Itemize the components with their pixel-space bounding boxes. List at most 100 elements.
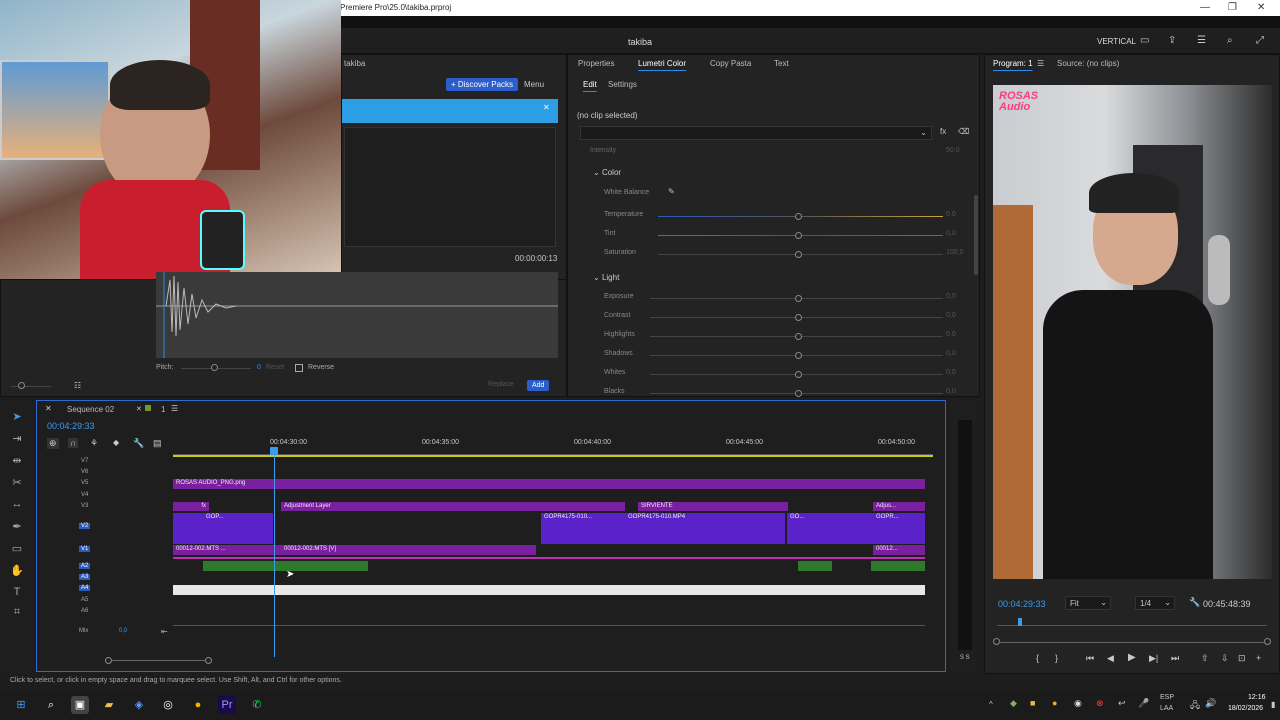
- scrollbar[interactable]: [974, 195, 978, 275]
- highlights-value[interactable]: 0,0: [946, 331, 956, 338]
- tint-value[interactable]: 0,0: [946, 230, 956, 237]
- rectangle-tool-icon[interactable]: ▭: [8, 542, 26, 560]
- tint-knob[interactable]: [795, 232, 802, 239]
- razor-tool-icon[interactable]: ✂: [8, 476, 26, 494]
- clip-go[interactable]: GO...: [787, 513, 873, 544]
- obs-icon[interactable]: ◎: [159, 696, 177, 714]
- clip-sirviente[interactable]: SIRVIENTE: [638, 502, 788, 511]
- tray-chrome-icon[interactable]: ●: [1052, 698, 1057, 708]
- mark-in-icon[interactable]: {: [1036, 653, 1039, 663]
- clip-mts-c[interactable]: 00012...: [873, 545, 925, 555]
- slip-tool-icon[interactable]: ↔: [8, 498, 26, 516]
- tab-edit[interactable]: Edit: [583, 80, 597, 89]
- tracks-area[interactable]: ROSAS AUDIO_PNG.png fx Adjustment Layer …: [173, 447, 933, 657]
- input-language[interactable]: ESP: [1160, 694, 1174, 701]
- quick-export-icon[interactable]: ▭: [1140, 35, 1149, 46]
- clock-time[interactable]: 12:16: [1248, 694, 1266, 701]
- search-icon[interactable]: ⌕: [1227, 35, 1233, 46]
- timeline-zoom-bar[interactable]: [107, 660, 211, 661]
- clip-adjus[interactable]: Adjus...: [873, 502, 925, 511]
- timeline-timecode[interactable]: 00:04:29:33: [47, 421, 95, 431]
- workspace-label[interactable]: VERTICAL: [1097, 37, 1136, 46]
- exposure-knob[interactable]: [795, 295, 802, 302]
- clip-gopr[interactable]: GOPR...: [873, 513, 925, 544]
- saturation-knob[interactable]: [795, 251, 802, 258]
- temperature-knob[interactable]: [795, 213, 802, 220]
- tab-copy-pasta[interactable]: Copy Pasta: [710, 59, 751, 68]
- windows-start-icon[interactable]: ⊞: [12, 696, 30, 714]
- exposure-value[interactable]: 0,0: [946, 293, 956, 300]
- highlights-knob[interactable]: [795, 333, 802, 340]
- zoom-handle-left[interactable]: [105, 657, 112, 664]
- menu-icon[interactable]: ☰: [1197, 35, 1206, 46]
- discover-packs-button[interactable]: + Discover Packs: [446, 78, 519, 91]
- task-view-icon[interactable]: ▣: [71, 696, 89, 714]
- playhead[interactable]: [274, 451, 275, 657]
- clip-dropdown[interactable]: ⌄: [580, 126, 932, 140]
- timeline-menu-icon[interactable]: ☰: [171, 404, 178, 413]
- program-timecode[interactable]: 00:04:29:33: [998, 599, 1046, 609]
- tab-program[interactable]: Program: 1: [993, 59, 1033, 68]
- track-a3[interactable]: A3: [79, 574, 91, 580]
- go-to-in-icon[interactable]: ⏮: [1086, 653, 1094, 664]
- zoom-slider[interactable]: [11, 386, 51, 387]
- fit-dropdown[interactable]: Fit ⌄: [1065, 596, 1111, 610]
- track-v4[interactable]: V4: [81, 492, 88, 498]
- program-menu-icon[interactable]: ☰: [1037, 59, 1044, 68]
- reverse-checkbox[interactable]: [295, 364, 303, 372]
- file-explorer-icon[interactable]: ▰: [100, 696, 118, 714]
- fx-icon[interactable]: fx: [940, 127, 946, 136]
- track-a2[interactable]: A2: [79, 563, 91, 569]
- clock-date[interactable]: 18/02/2026: [1228, 705, 1263, 712]
- add-button[interactable]: Add: [527, 380, 550, 391]
- zoom-handle-right[interactable]: [205, 657, 212, 664]
- track-v6[interactable]: V6: [81, 469, 88, 475]
- close-button[interactable]: ✕: [1257, 2, 1265, 13]
- clip-adjustment-layer[interactable]: Adjustment Layer: [281, 502, 625, 511]
- track-a5[interactable]: A5: [81, 597, 88, 603]
- color-section-toggle[interactable]: ⌄ Color: [593, 168, 621, 177]
- track-v1[interactable]: V1: [79, 546, 91, 552]
- tray-record-icon[interactable]: ⊗: [1096, 698, 1104, 709]
- pitch-knob[interactable]: [211, 364, 218, 371]
- mark-out-icon[interactable]: }: [1055, 653, 1058, 663]
- whites-value[interactable]: 0,0: [946, 369, 956, 376]
- clip-mts-v[interactable]: 00012-002.MTS [V]: [281, 545, 536, 555]
- monitor-zoom-right[interactable]: [1264, 638, 1271, 645]
- light-section-toggle[interactable]: ⌄ Light: [593, 273, 619, 282]
- linked-select-icon[interactable]: ⚘: [90, 438, 98, 449]
- audio-clip-a4[interactable]: [173, 585, 925, 595]
- track-a6[interactable]: A6: [81, 608, 88, 614]
- network-icon[interactable]: 🖧: [1190, 698, 1200, 714]
- eyedropper-icon[interactable]: ✎: [668, 187, 675, 196]
- add-button-icon[interactable]: +: [1256, 653, 1261, 663]
- clip-v3-fx[interactable]: fx: [173, 502, 209, 511]
- export-frame-icon[interactable]: ⊡: [1238, 653, 1246, 664]
- track-v3[interactable]: V3: [81, 503, 88, 509]
- track-v2[interactable]: V2: [79, 523, 91, 529]
- captions-icon[interactable]: ▤: [153, 438, 162, 449]
- monitor-zoom-bar[interactable]: [997, 642, 1267, 643]
- extract-icon[interactable]: ⇩: [1221, 653, 1229, 664]
- audio-clip-a2c[interactable]: [871, 561, 925, 571]
- list-view-icon[interactable]: ☷: [74, 381, 81, 390]
- tab-lumetri-color[interactable]: Lumetri Color: [638, 59, 686, 68]
- monitor-zoom-left[interactable]: [993, 638, 1000, 645]
- mix-jump-icon[interactable]: ⇤: [161, 627, 168, 636]
- tray-mic-icon[interactable]: 🎤: [1138, 698, 1149, 709]
- tray-back-icon[interactable]: ↩: [1118, 698, 1126, 709]
- audio-clip-a2b[interactable]: [798, 561, 832, 571]
- pen-tool-icon[interactable]: ✒: [8, 520, 26, 538]
- tab-text[interactable]: Text: [774, 59, 789, 68]
- close-icon[interactable]: ✕: [543, 103, 550, 112]
- waveform-view[interactable]: [156, 272, 558, 358]
- contrast-knob[interactable]: [795, 314, 802, 321]
- tray-app-icon[interactable]: ◆: [1010, 698, 1017, 709]
- tray-chevron-icon[interactable]: ^: [989, 700, 993, 709]
- whatsapp-icon[interactable]: ✆: [248, 696, 266, 714]
- track-select-icon[interactable]: ⇥: [8, 432, 26, 450]
- monitor-playhead[interactable]: [1018, 618, 1022, 626]
- step-forward-icon[interactable]: ▶|: [1149, 653, 1158, 664]
- track-v7[interactable]: V7: [81, 458, 88, 464]
- nest-icon[interactable]: ⊕: [47, 438, 59, 449]
